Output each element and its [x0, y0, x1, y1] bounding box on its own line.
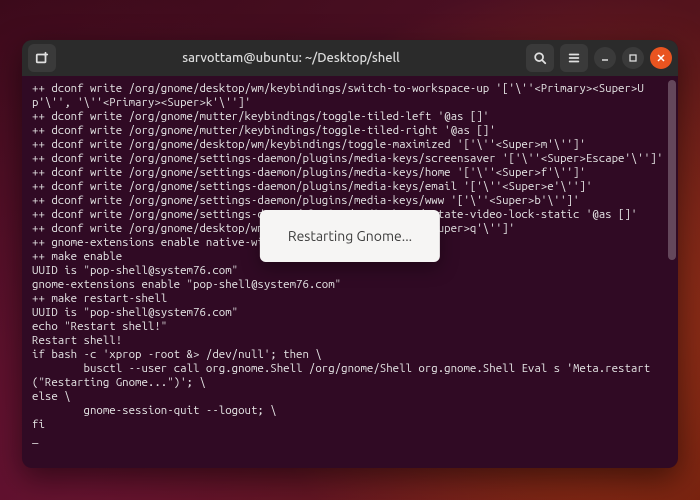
toast-message: Restarting Gnome...: [288, 228, 412, 244]
terminal-output[interactable]: ++ dconf write /org/gnome/desktop/wm/key…: [22, 76, 678, 468]
scrollbar-thumb[interactable]: [668, 80, 676, 260]
hamburger-icon: [567, 51, 581, 65]
window-title: sarvottam@ubuntu: ~/Desktop/shell: [62, 51, 520, 65]
maximize-button[interactable]: [622, 47, 644, 69]
minimize-icon: [600, 53, 610, 63]
restart-toast: Restarting Gnome...: [260, 210, 440, 262]
maximize-icon: [628, 53, 638, 63]
close-icon: [656, 53, 666, 63]
new-tab-icon: [35, 51, 49, 65]
search-icon: [533, 51, 547, 65]
new-tab-button[interactable]: [28, 44, 56, 72]
titlebar: sarvottam@ubuntu: ~/Desktop/shell: [22, 40, 678, 76]
menu-button[interactable]: [560, 44, 588, 72]
search-button[interactable]: [526, 44, 554, 72]
close-button[interactable]: [650, 47, 672, 69]
minimize-button[interactable]: [594, 47, 616, 69]
